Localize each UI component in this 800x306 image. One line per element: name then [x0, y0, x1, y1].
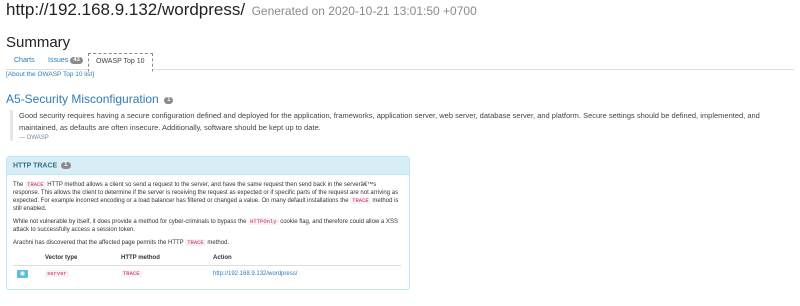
generated-timestamp: Generated on 2020-10-21 13:01:50 +0700	[251, 4, 477, 18]
p3-text-b: method.	[207, 240, 230, 246]
http-method-cell: TRACE	[117, 266, 209, 283]
column-header-action: Action	[209, 252, 401, 266]
p3-text-a: Arachni has discovered that the affected…	[13, 240, 184, 246]
report-url: http://192.168.9.132/wordpress/	[6, 0, 246, 19]
vectors-table: Vector type HTTP method Action ◉ server …	[13, 252, 401, 282]
column-header-http-method: HTTP method	[117, 252, 209, 266]
tab-charts-label: Charts	[14, 57, 35, 64]
action-link[interactable]: http://192.168.9.132/wordpress/	[213, 271, 297, 277]
description-paragraph-2: While not vulnerable by itself, it does …	[13, 218, 403, 234]
view-cell: ◉	[13, 266, 41, 283]
tab-owasp-label: OWASP Top 10	[96, 58, 145, 65]
page-title: Summary	[6, 34, 71, 51]
action-cell: http://192.168.9.132/wordpress/	[209, 266, 401, 283]
view-column-header	[13, 252, 41, 266]
section-count-badge: 1	[164, 97, 174, 104]
tab-issues[interactable]: Issues 43	[42, 53, 89, 71]
about-owasp-link[interactable]: [About the OWASP Top 10 list]	[6, 71, 94, 78]
tab-bar: Charts Issues 43 OWASP Top 10	[6, 52, 794, 72]
owasp-quote: Good security requires having a secure c…	[10, 110, 794, 141]
issue-title[interactable]: HTTP TRACE	[13, 162, 57, 169]
section-title-text[interactable]: A5-Security Misconfiguration	[6, 92, 159, 106]
tab-issues-label: Issues	[48, 57, 69, 64]
column-header-vector-type: Vector type	[41, 252, 117, 266]
vector-type-cell: server	[41, 266, 117, 283]
trace-code: TRACE	[25, 181, 46, 188]
quote-source: — OWASP	[19, 135, 49, 141]
issue-description: The TRACE HTTP method allows a client so…	[7, 175, 409, 282]
eye-icon[interactable]: ◉	[17, 270, 28, 278]
report-header: http://192.168.9.132/wordpress/ Generate…	[6, 0, 477, 20]
issue-panel: HTTP TRACE 1 The TRACE HTTP method allow…	[6, 156, 410, 290]
issue-count-badge: 1	[61, 162, 71, 169]
section-title[interactable]: A5-Security Misconfiguration 1	[6, 92, 174, 106]
trace-code: TRACE	[350, 197, 371, 204]
p2-text-a: While not vulnerable by itself, it does …	[13, 219, 247, 225]
trace-code: TRACE	[185, 239, 206, 246]
description-paragraph-1: The TRACE HTTP method allows a client so…	[13, 181, 403, 213]
vector-type-value: server	[45, 270, 69, 277]
http-method-value: TRACE	[121, 270, 142, 277]
table-row: ◉ server TRACE http://192.168.9.132/word…	[13, 266, 401, 283]
quote-text: Good security requires having a secure c…	[19, 111, 760, 132]
issue-panel-header[interactable]: HTTP TRACE 1	[7, 157, 409, 175]
tab-owasp-top-10[interactable]: OWASP Top 10	[88, 53, 153, 72]
p1-text-b: HTTP method allows a client so send a re…	[13, 182, 399, 204]
table-header-row: Vector type HTTP method Action	[13, 252, 401, 266]
p1-text-a: The	[13, 182, 24, 188]
tab-charts[interactable]: Charts	[8, 53, 41, 71]
httponly-code: HTTPOnly	[248, 218, 279, 225]
description-paragraph-3: Arachni has discovered that the affected…	[13, 239, 403, 247]
issues-count-badge: 43	[70, 56, 83, 64]
